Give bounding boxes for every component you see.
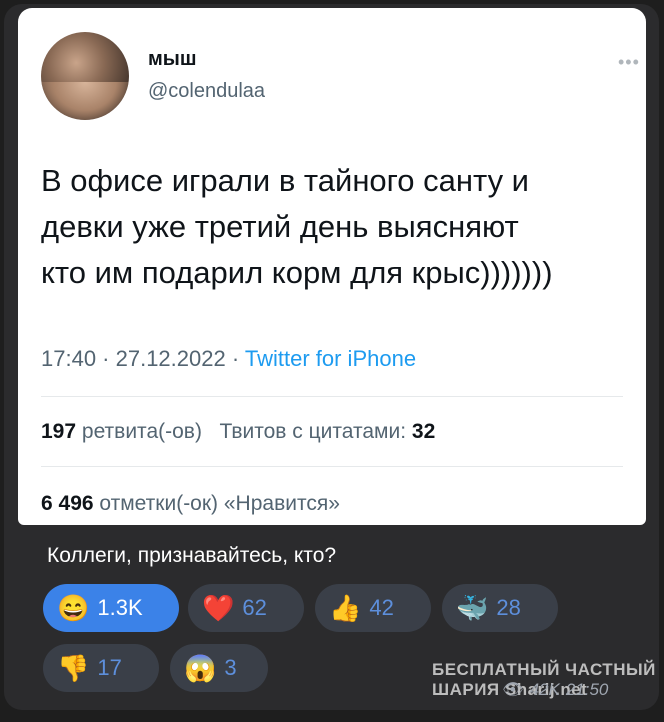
quotes-count: 32 — [411, 420, 436, 443]
message-time: 21:50 — [565, 680, 609, 699]
divider — [41, 466, 623, 467]
tweet-text: В офисе играли в тайного санту и девки у… — [41, 158, 641, 296]
watermark-line: БЕСПЛАТНЫЙ ЧАСТНЫЙ — [432, 660, 656, 679]
likes-stat[interactable]: 6 496 отметки(-ок) «Нравится» — [41, 492, 340, 516]
message-caption: Коллеги, признавайтесь, кто? — [47, 544, 337, 567]
reaction-count: 28 — [496, 595, 521, 620]
reaction-count: 1.3K — [97, 595, 143, 620]
reaction-heart[interactable]: ❤️ 62 — [188, 584, 304, 632]
tweet-text-line: девки уже третий день выясняют — [41, 209, 519, 244]
message-bubble: мыш @colendulaa ••• В офисе играли в тай… — [4, 4, 659, 710]
likes-count: 6 496 — [41, 492, 94, 515]
quotes-label: Твитов с цитатами: — [219, 420, 407, 443]
reaction-screaming[interactable]: 😱 3 — [170, 644, 268, 692]
reaction-count: 3 — [224, 655, 237, 680]
grinning-face-icon: 😄 — [57, 593, 90, 623]
tweet-text-line: В офисе играли в тайного санту и — [41, 163, 529, 198]
avatar[interactable] — [41, 32, 129, 120]
tweet-text-line: кто им подарил корм для крыс))))))) — [41, 255, 553, 290]
retweets-label: ретвита(-ов) — [81, 420, 202, 443]
divider — [41, 396, 623, 397]
heart-icon: ❤️ — [202, 593, 235, 623]
message-info: 👁 42K 21:50 — [502, 680, 608, 700]
retweets-stat[interactable]: 197 ретвита(-ов) Твитов с цитатами: 32 — [41, 420, 435, 444]
eye-icon: 👁 — [502, 680, 524, 699]
thumbs-up-icon: 👍 — [329, 593, 362, 623]
screaming-face-icon: 😱 — [184, 653, 217, 683]
tweet-meta: 17:40 · 27.12.2022 · Twitter for iPhone — [41, 346, 416, 372]
reaction-whale[interactable]: 🐳 28 — [442, 584, 558, 632]
tweet-card[interactable]: мыш @colendulaa ••• В офисе играли в тай… — [18, 8, 646, 525]
author-name[interactable]: мыш — [148, 48, 197, 71]
ellipsis-icon[interactable]: ••• — [618, 52, 640, 73]
tweet-time: 17:40 · 27.12.2022 · — [41, 346, 245, 371]
reaction-count: 17 — [97, 655, 122, 680]
reaction-count: 62 — [242, 595, 267, 620]
likes-label: отметки(-ок) «Нравится» — [99, 492, 340, 515]
retweets-count: 197 — [41, 420, 77, 443]
reaction-count: 42 — [369, 595, 394, 620]
views-count: 42K — [529, 680, 560, 699]
tweet-source-link[interactable]: Twitter for iPhone — [245, 346, 416, 371]
author-handle[interactable]: @colendulaa — [148, 80, 265, 103]
reaction-grinning[interactable]: 😄 1.3K — [43, 584, 179, 632]
thumbs-down-icon: 👎 — [57, 653, 90, 683]
reaction-thumbs-down[interactable]: 👎 17 — [43, 644, 159, 692]
whale-icon: 🐳 — [456, 593, 489, 623]
reaction-thumbs-up[interactable]: 👍 42 — [315, 584, 431, 632]
